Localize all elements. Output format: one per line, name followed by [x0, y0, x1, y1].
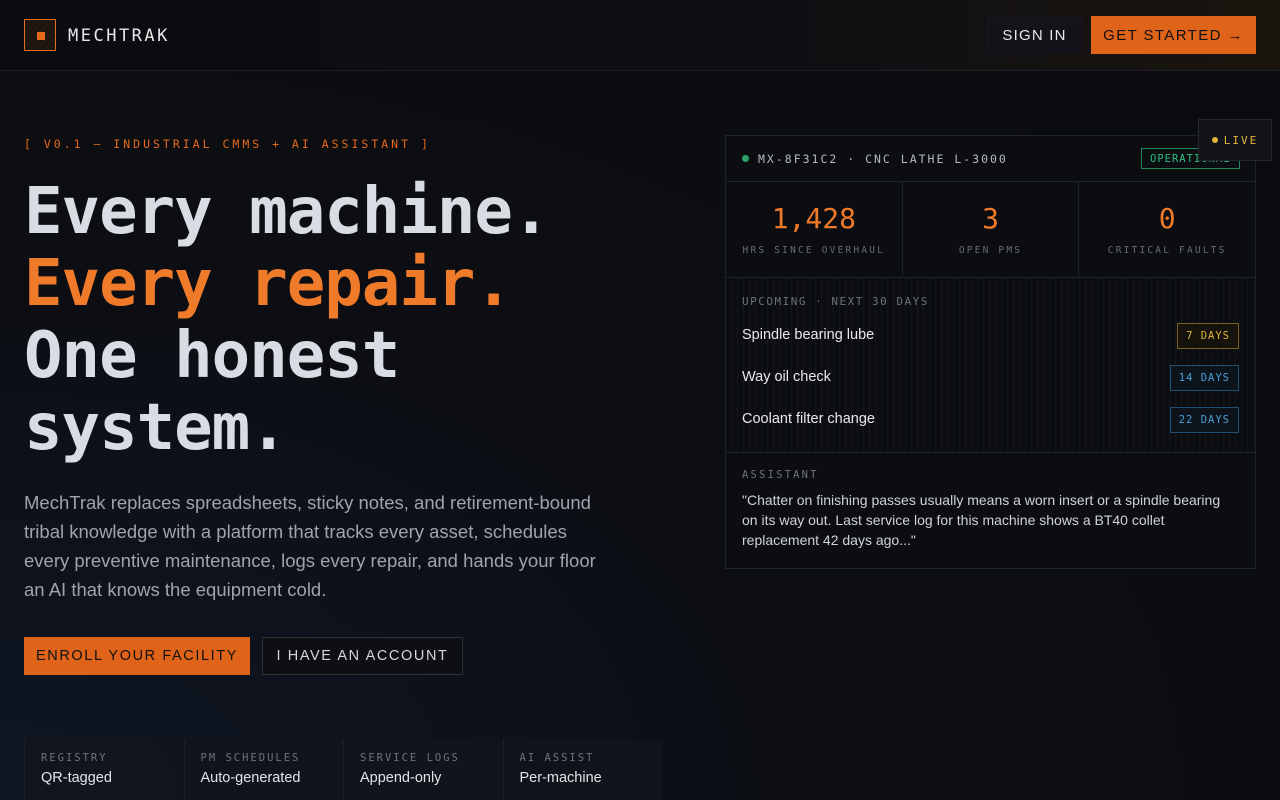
- stat-value: 3: [982, 202, 999, 235]
- feature-value: QR-tagged: [41, 770, 112, 786]
- feature-service-logs: SERVICE LOGS Append-only: [343, 739, 503, 800]
- logo-icon[interactable]: [24, 19, 56, 51]
- task-name: Spindle bearing lube: [742, 327, 875, 343]
- headline-line-3: One honest: [24, 319, 400, 393]
- task-row[interactable]: Coolant filter change 22 DAYS: [742, 407, 1239, 433]
- due-badge: 22 DAYS: [1169, 407, 1239, 433]
- status-dot-icon: [742, 155, 749, 162]
- machine-card-header: MX-8F31C2 · CNC LATHE L-3000 OPERATIONAL: [726, 136, 1255, 182]
- machine-stats: 1,428 HRS SINCE OVERHAUL 3 OPEN PMS 0 CR…: [726, 182, 1255, 278]
- task-name: Way oil check: [742, 369, 831, 385]
- stat-open-pms: 3 OPEN PMS: [903, 182, 1080, 277]
- upcoming-title: UPCOMING · NEXT 30 DAYS: [742, 295, 929, 308]
- machine-id: MX-8F31C2 · CNC LATHE L-3000: [758, 152, 1008, 166]
- logo-dot: [37, 32, 45, 40]
- task-row[interactable]: Spindle bearing lube 7 DAYS: [742, 323, 1239, 349]
- hero-description: MechTrak replaces spreadsheets, sticky n…: [24, 492, 596, 600]
- task-name: Coolant filter change: [742, 411, 875, 427]
- feature-key: PM SCHEDULES: [200, 752, 301, 764]
- version-kicker: [ V0.1 — INDUSTRIAL CMMS + AI ASSISTANT …: [24, 137, 431, 151]
- stat-label: CRITICAL FAULTS: [1107, 245, 1227, 256]
- enroll-facility-button[interactable]: ENROLL YOUR FACILITY: [24, 637, 250, 675]
- feature-ai-assist: AI ASSIST Per-machine: [502, 739, 662, 800]
- hero-headline: Every machine. Every repair. One honest …: [24, 175, 550, 465]
- live-indicator: LIVE: [1198, 119, 1272, 161]
- feature-key: REGISTRY: [41, 752, 108, 764]
- feature-pm-schedules: PM SCHEDULES Auto-generated: [183, 739, 343, 800]
- due-badge: 14 DAYS: [1169, 365, 1239, 391]
- headline-line-2: Every repair.: [24, 247, 513, 321]
- get-started-button[interactable]: GET STARTED →: [1091, 16, 1256, 54]
- stat-hours: 1,428 HRS SINCE OVERHAUL: [726, 182, 903, 277]
- feature-key: SERVICE LOGS: [360, 752, 460, 764]
- assistant-quote: "Chatter on finishing passes usually mea…: [742, 492, 1221, 548]
- live-dot-icon: [1211, 137, 1218, 143]
- feature-key: AI ASSIST: [519, 752, 595, 764]
- machine-card: MX-8F31C2 · CNC LATHE L-3000 OPERATIONAL…: [725, 135, 1256, 569]
- live-label: LIVE: [1223, 133, 1259, 147]
- sign-in-button[interactable]: SIGN IN: [987, 16, 1082, 54]
- assistant-section: ASSISTANT "Chatter on finishing passes u…: [726, 453, 1255, 567]
- stat-value: 0: [1158, 202, 1176, 235]
- assistant-label: ASSISTANT: [742, 469, 819, 481]
- feature-value: Per-machine: [519, 770, 602, 786]
- headline-line-1: Every machine.: [24, 175, 550, 249]
- stat-value: 1,428: [771, 202, 856, 235]
- have-account-button[interactable]: I HAVE AN ACCOUNT: [262, 637, 463, 675]
- feature-strip: REGISTRY QR-tagged PM SCHEDULES Auto-gen…: [24, 739, 662, 800]
- top-nav: MECHTRAK SIGN IN GET STARTED →: [0, 0, 1280, 71]
- stat-critical-faults: 0 CRITICAL FAULTS: [1079, 182, 1255, 277]
- headline-line-4: system.: [24, 391, 288, 465]
- upcoming-section: UPCOMING · NEXT 30 DAYS Spindle bearing …: [726, 278, 1255, 453]
- feature-value: Auto-generated: [200, 770, 301, 786]
- task-row[interactable]: Way oil check 14 DAYS: [742, 365, 1239, 391]
- brand-name[interactable]: MECHTRAK: [68, 26, 170, 46]
- stat-label: HRS SINCE OVERHAUL: [742, 245, 886, 256]
- feature-value: Append-only: [360, 770, 442, 786]
- due-badge: 7 DAYS: [1177, 323, 1239, 349]
- feature-registry: REGISTRY QR-tagged: [24, 739, 184, 800]
- stat-label: OPEN PMS: [958, 245, 1023, 256]
